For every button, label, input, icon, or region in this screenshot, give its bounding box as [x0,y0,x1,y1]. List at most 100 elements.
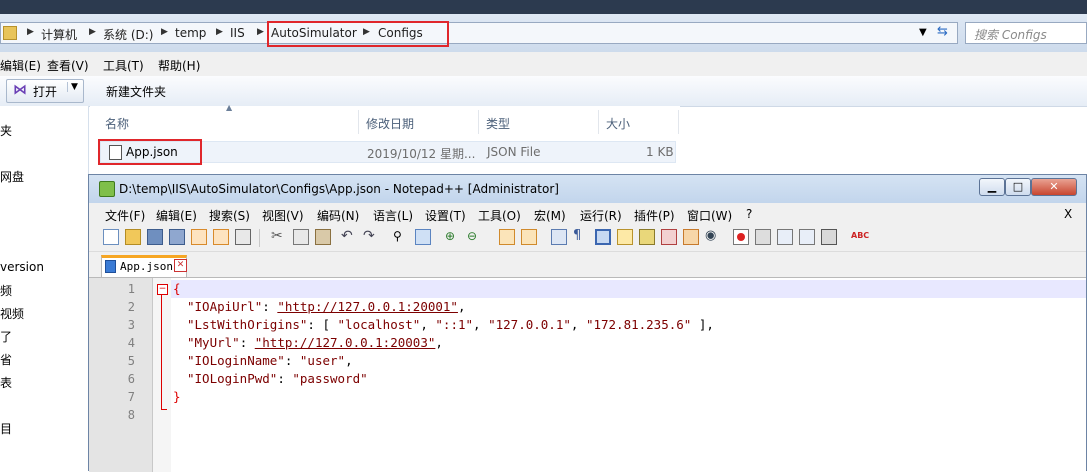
close-file-icon[interactable] [191,229,207,245]
visual-studio-icon: ⋈ [13,82,27,98]
maximize-button[interactable]: □ [1005,178,1031,196]
menu-settings[interactable]: 设置(T) [425,207,466,224]
paste-icon[interactable] [315,229,331,245]
tab-close-icon[interactable]: ✕ [174,259,187,272]
nav-item[interactable]: 网盘 [0,168,24,185]
function-list-icon[interactable] [661,229,677,245]
nav-item[interactable]: 视频 [0,305,24,322]
user-defined-lang-icon[interactable] [617,229,633,245]
code-line-4: "MyUrl": "http://127.0.0.1:20003", [187,335,443,350]
sync-horizontal-icon[interactable] [521,229,537,245]
refresh-icon[interactable]: ⇆ [937,24,957,42]
nav-item[interactable]: 了 [0,328,12,345]
notepad-titlebar[interactable]: D:\temp\IIS\AutoSimulator\Configs\App.js… [89,175,1086,203]
menu-plugins[interactable]: 插件(P) [634,207,675,224]
nav-item[interactable]: 夹 [0,122,12,139]
fold-line [161,295,162,409]
column-divider[interactable] [598,110,599,134]
record-macro-icon[interactable] [733,229,749,245]
breadcrumb-drive[interactable]: 系统 (D:) [103,26,153,43]
tab-app-json[interactable]: App.json ✕ [101,255,187,277]
print-icon[interactable] [235,229,251,245]
spell-check-icon[interactable]: ABC [851,229,873,245]
nav-item[interactable]: 频 [0,282,12,299]
save-all-icon[interactable] [169,229,185,245]
open-dropdown-icon[interactable]: ▼ [67,82,78,92]
search-input[interactable]: 搜索 Configs [965,22,1087,44]
open-file-icon[interactable] [125,229,141,245]
address-highlight-box [267,21,449,47]
tab-bar: App.json ✕ [89,252,1086,278]
redo-icon[interactable]: ↷ [363,229,379,245]
menu-run[interactable]: 运行(R) [580,207,622,224]
toolbar-divider [259,229,260,247]
column-divider[interactable] [678,110,679,134]
menu-help[interactable]: 帮助(H) [158,57,200,74]
nav-item[interactable]: 省 [0,351,12,368]
menu-search[interactable]: 搜索(S) [209,207,250,224]
file-date: 2019/10/12 星期... [367,147,476,161]
nav-item[interactable]: version [0,260,44,274]
breadcrumb-temp[interactable]: temp [175,26,206,40]
line-number: 7 [127,390,135,404]
menu-encoding[interactable]: 编码(N) [317,207,359,224]
new-folder-button[interactable]: 新建文件夹 [106,83,166,100]
run-macro-multiple-icon[interactable] [799,229,815,245]
sync-vertical-icon[interactable] [499,229,515,245]
menu-macro[interactable]: 宏(M) [534,207,566,224]
open-button[interactable]: ⋈ 打开 ▼ [6,79,84,103]
chevron-right-icon: ▶ [257,27,264,37]
save-icon[interactable] [147,229,163,245]
replace-icon[interactable] [415,229,431,245]
open-label: 打开 [33,85,58,99]
code-editor[interactable]: 1 2 3 4 5 6 7 8 − { "IOApiUrl": "http://… [89,278,1086,472]
file-size: 1 KB [646,145,674,159]
close-all-icon[interactable] [213,229,229,245]
find-icon[interactable]: ⚲ [393,229,409,245]
zoom-in-icon[interactable]: ⊕ [445,229,461,245]
menu-edit[interactable]: 编辑(E) [156,207,197,224]
show-all-chars-icon[interactable]: ¶ [573,229,589,245]
menu-tools[interactable]: 工具(T) [103,57,144,74]
word-wrap-icon[interactable] [551,229,567,245]
column-size[interactable]: 大小 [606,115,630,132]
undo-icon[interactable]: ↶ [341,229,357,245]
column-date[interactable]: 修改日期 [366,115,414,132]
column-divider[interactable] [478,110,479,134]
column-type[interactable]: 类型 [486,115,510,132]
doc-map-icon[interactable] [639,229,655,245]
menu-tools[interactable]: 工具(O) [478,207,521,224]
close-document-button[interactable]: X [1064,207,1072,221]
search-placeholder: 搜索 Configs [974,28,1047,42]
cut-icon[interactable]: ✂ [271,229,287,245]
address-field[interactable]: ▶ 计算机 ▶ 系统 (D:) ▶ temp ▶ IIS ▶ AutoSimul… [0,22,958,44]
copy-icon[interactable] [293,229,309,245]
nav-item[interactable]: 目 [0,420,12,437]
nav-item[interactable]: 表 [0,374,12,391]
fold-end [161,409,167,410]
indent-guide-icon[interactable] [595,229,611,245]
monitoring-icon[interactable]: ◉ [705,229,721,245]
dropdown-icon[interactable]: ▼ [919,27,927,38]
zoom-out-icon[interactable]: ⊖ [467,229,483,245]
column-name[interactable]: 名称 [105,115,129,132]
stop-macro-icon[interactable] [755,229,771,245]
save-macro-icon[interactable] [821,229,837,245]
menu-language[interactable]: 语言(L) [373,207,413,224]
menu-help[interactable]: ? [746,207,752,221]
menu-window[interactable]: 窗口(W) [687,207,732,224]
new-file-icon[interactable] [103,229,119,245]
menu-view[interactable]: 视图(V) [262,207,304,224]
folder-as-workspace-icon[interactable] [683,229,699,245]
minimize-button[interactable]: ▁ [979,178,1005,196]
column-divider[interactable] [358,110,359,134]
menu-edit[interactable]: 编辑(E) [0,57,41,74]
fold-collapse-icon[interactable]: − [157,284,168,295]
close-button[interactable]: ✕ [1031,178,1077,196]
breadcrumb-iis[interactable]: IIS [230,26,245,40]
play-macro-icon[interactable] [777,229,793,245]
menu-file[interactable]: 文件(F) [105,207,145,224]
breadcrumb-computer[interactable]: 计算机 [41,26,77,43]
menu-view[interactable]: 查看(V) [47,57,89,74]
notepad-toolbar: ✂ ↶ ↷ ⚲ ⊕ ⊖ ¶ ◉ ABC [89,225,1086,252]
